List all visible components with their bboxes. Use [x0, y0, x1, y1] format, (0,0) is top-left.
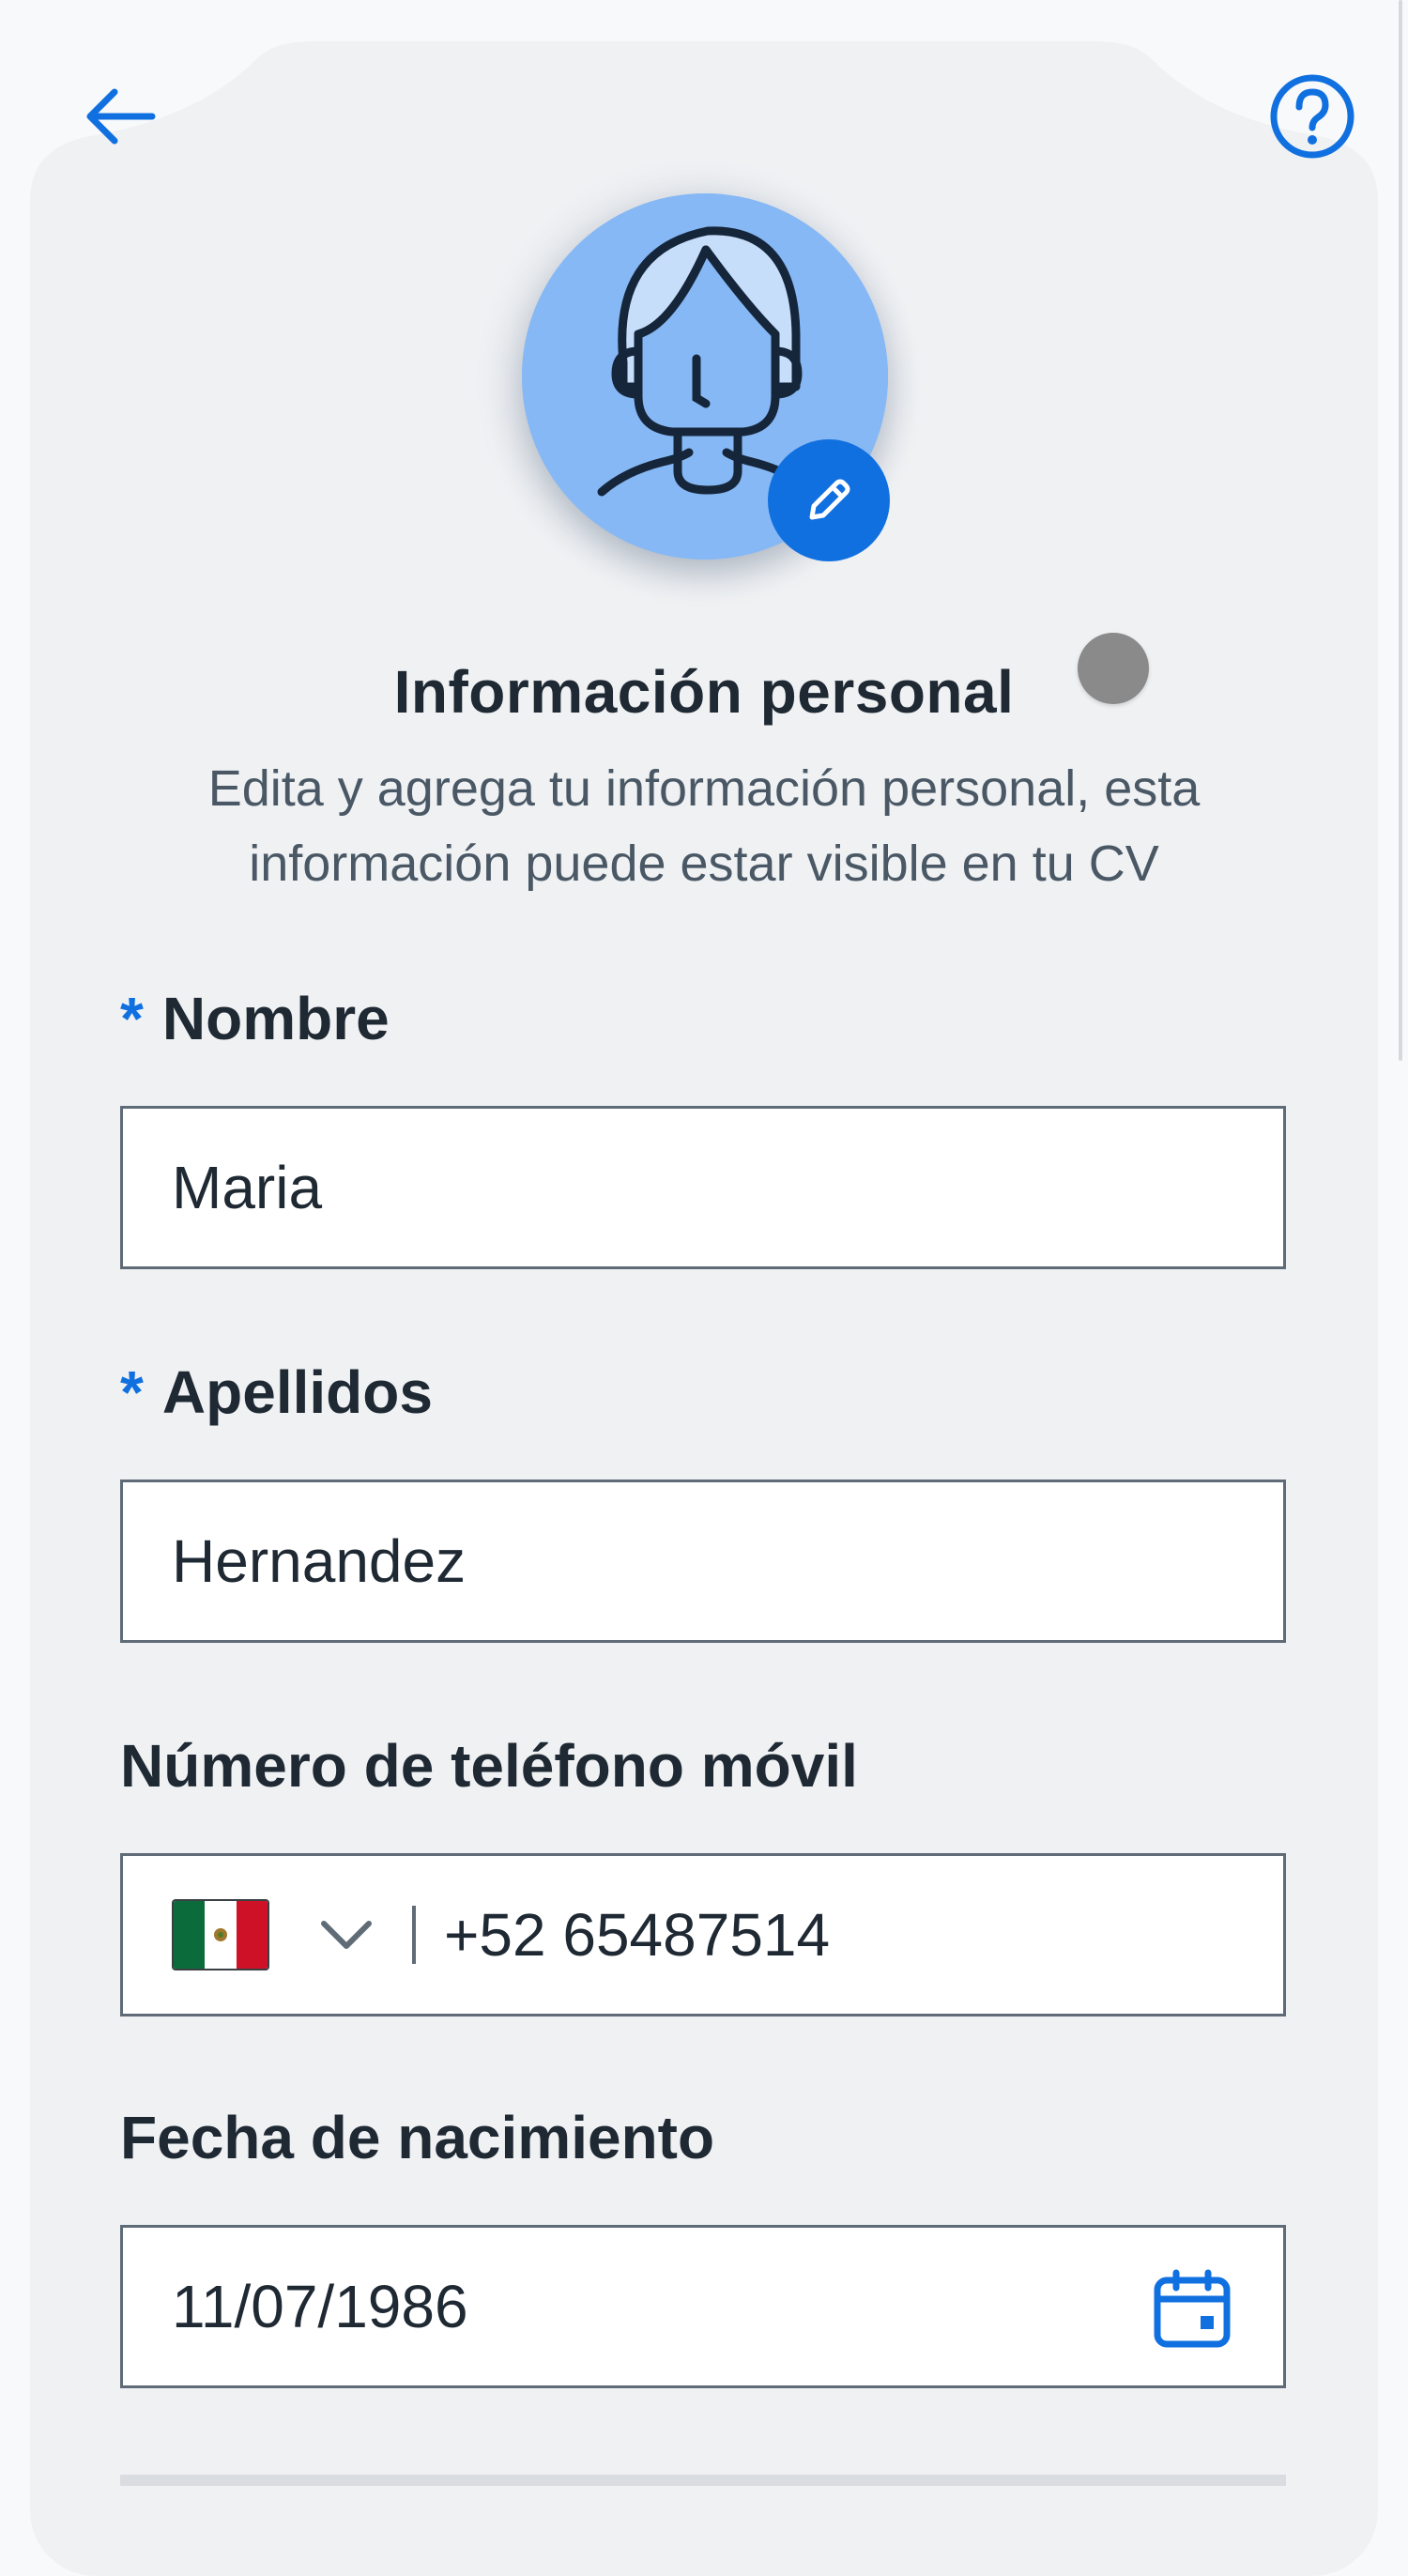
flag-emblem-icon	[213, 1928, 227, 1941]
help-button[interactable]	[1262, 66, 1363, 167]
phone-divider	[412, 1906, 416, 1964]
page-scrollbar[interactable]	[1399, 0, 1402, 1061]
calendar-icon[interactable]	[1152, 2269, 1232, 2350]
required-mark: *	[120, 985, 144, 1052]
next-field-edge	[120, 2475, 1286, 2486]
country-code-select[interactable]	[123, 1856, 375, 2014]
nombre-label-text: Nombre	[161, 985, 390, 1052]
mexico-flag-icon	[172, 1899, 269, 1970]
telefono-label: Número de teléfono móvil	[120, 1732, 858, 1800]
telefono-input[interactable]: +52 65487514	[120, 1853, 1286, 2016]
section-description: Edita y agrega tu información personal, …	[207, 760, 1201, 892]
edit-avatar-button[interactable]	[768, 439, 890, 561]
apellidos-label: * Apellidos	[120, 1357, 433, 1427]
back-button[interactable]	[71, 68, 169, 165]
question-circle-icon	[1270, 74, 1354, 159]
apellidos-input[interactable]: Hernandez	[120, 1480, 1286, 1643]
fecha-label: Fecha de nacimiento	[120, 2104, 715, 2171]
pencil-icon	[809, 479, 850, 520]
apellidos-value: Hernandez	[172, 1527, 467, 1595]
nombre-label: * Nombre	[120, 984, 390, 1053]
nombre-input[interactable]: Maria	[120, 1106, 1286, 1269]
chevron-down-icon	[318, 1916, 375, 1954]
telefono-value: +52 65487514	[444, 1901, 831, 1969]
arrow-left-icon	[86, 88, 156, 145]
nombre-value: Maria	[172, 1154, 323, 1221]
fecha-input[interactable]: 11/07/1986	[120, 2225, 1286, 2388]
fecha-value: 11/07/1986	[172, 2273, 468, 2340]
required-mark: *	[120, 1358, 144, 1426]
section-title: Información personal	[393, 658, 1015, 726]
apellidos-label-text: Apellidos	[161, 1358, 433, 1426]
